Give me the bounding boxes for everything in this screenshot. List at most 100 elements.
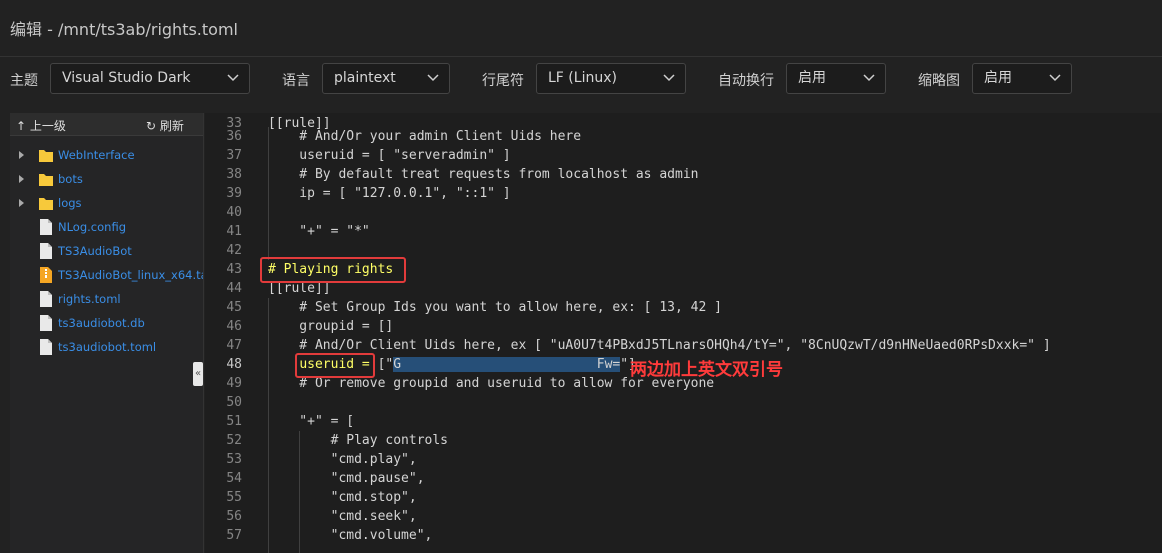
line-number: 48	[226, 357, 242, 372]
go-up-label: 上一级	[29, 119, 66, 133]
minimap-label: 缩略图	[918, 73, 960, 89]
folder-icon	[38, 146, 54, 164]
line-number: 51	[226, 414, 242, 429]
wrap-select[interactable]: 启用	[786, 63, 886, 94]
tree-item-archive[interactable]: TS3AudioBot_linux_x64.tar.gz	[10, 264, 203, 286]
line-number: 45	[226, 300, 242, 315]
code-line: 52 # Play controls	[205, 431, 1162, 450]
line-number: 47	[226, 338, 242, 353]
language-select[interactable]: plaintext	[322, 63, 450, 94]
chevron-down-icon	[427, 74, 439, 82]
line-number: 42	[226, 243, 242, 258]
eol-label: 行尾符	[482, 73, 524, 89]
code-line: 55 "cmd.stop",	[205, 488, 1162, 507]
tree-item-folder[interactable]: WebInterface	[10, 144, 203, 166]
code-text: useruid = [ "serveradmin" ]	[268, 148, 511, 163]
wrap-label: 自动换行	[718, 73, 774, 89]
file-tree-header: ↑ 上一级 ↻ 刷新	[10, 113, 203, 136]
file-icon	[38, 242, 54, 260]
code-line: 41 "+" = "*"	[205, 222, 1162, 241]
code-text: # Play controls	[268, 433, 449, 448]
line-number: 54	[226, 471, 242, 486]
code-line: 50	[205, 393, 1162, 412]
line-number: 55	[226, 490, 242, 505]
chevron-right-icon[interactable]	[19, 175, 24, 183]
tree-item-file[interactable]: NLog.config	[10, 216, 203, 238]
line-number: 56	[226, 509, 242, 524]
line-number: 50	[226, 395, 242, 410]
code-text: # And/Or Client Uids here, ex [ "uA0U7t4…	[268, 338, 1051, 353]
code-text: groupid = []	[268, 319, 394, 334]
code-line: 57 "cmd.volume",	[205, 526, 1162, 545]
file-icon	[38, 218, 54, 236]
code-line: 51 "+" = [	[205, 412, 1162, 431]
code-line: 45 # Set Group Ids you want to allow her…	[205, 298, 1162, 317]
tree-item-label: TS3AudioBot	[58, 244, 132, 258]
line-number: 40	[226, 205, 242, 220]
chevron-down-icon	[863, 74, 875, 82]
go-up-button[interactable]: ↑ 上一级	[16, 117, 66, 134]
tree-item-label: logs	[58, 196, 82, 210]
line-number: 37	[226, 148, 242, 163]
code-line: 46 groupid = []	[205, 317, 1162, 336]
arrow-up-icon: ↑	[16, 119, 27, 133]
code-text: "cmd.play",	[268, 452, 417, 467]
refresh-icon: ↻	[146, 119, 157, 133]
theme-select-value: Visual Studio Dark	[62, 70, 191, 86]
line-number: 52	[226, 433, 242, 448]
folder-icon	[38, 170, 54, 188]
collapse-sidebar-button[interactable]: «	[193, 362, 203, 386]
tree-item-folder[interactable]: logs	[10, 192, 203, 214]
refresh-button[interactable]: ↻ 刷新	[146, 117, 184, 134]
wrap-select-value: 启用	[798, 70, 826, 86]
code-text: "cmd.pause",	[268, 471, 425, 486]
highlight-box-useruid	[295, 353, 375, 378]
window-title: 编辑 - /mnt/ts3ab/rights.toml	[10, 20, 238, 39]
chevron-right-icon[interactable]	[19, 199, 24, 207]
title-bar: 编辑 - /mnt/ts3ab/rights.toml	[0, 0, 1162, 57]
minimap-select[interactable]: 启用	[972, 63, 1072, 94]
language-select-value: plaintext	[334, 70, 396, 86]
archive-icon	[38, 266, 54, 284]
chevron-right-icon[interactable]	[19, 151, 24, 159]
code-line: 53 "cmd.play",	[205, 450, 1162, 469]
tree-item-label: bots	[58, 172, 83, 186]
eol-select-value: LF (Linux)	[548, 70, 617, 86]
code-text: # By default treat requests from localho…	[268, 167, 699, 182]
code-text: "cmd.stop",	[268, 490, 417, 505]
selected-uid: G Fw=	[393, 357, 621, 372]
code-line: 37 useruid = [ "serveradmin" ]	[205, 146, 1162, 165]
annotation-note: 两边加上英文双引号	[630, 360, 783, 380]
tree-item-label: WebInterface	[58, 148, 135, 162]
code-editor[interactable]: 33 [[rule]] 36 # And/Or your admin Client …	[205, 113, 1162, 553]
code-text: "cmd.volume",	[268, 528, 433, 543]
refresh-label: 刷新	[159, 119, 184, 133]
file-icon	[38, 338, 54, 356]
line-number: 41	[226, 224, 242, 239]
line-number: 36	[226, 129, 242, 144]
highlight-box-comment	[260, 257, 406, 283]
code-line: 39 ip = [ "127.0.0.1", "::1" ]	[205, 184, 1162, 203]
line-number: 43	[226, 262, 242, 277]
code-text: # And/Or your admin Client Uids here	[268, 129, 582, 144]
tree-item-file[interactable]: TS3AudioBot	[10, 240, 203, 262]
eol-select[interactable]: LF (Linux)	[536, 63, 686, 94]
code-text: "cmd.seek",	[268, 509, 417, 524]
tree-item-file[interactable]: rights.toml	[10, 288, 203, 310]
file-icon	[38, 290, 54, 308]
tree-item-file[interactable]: ts3audiobot.db	[10, 312, 203, 334]
code-text: "+" = [	[268, 414, 355, 429]
code-text: ip = [ "127.0.0.1", "::1" ]	[268, 186, 511, 201]
tree-item-file[interactable]: ts3audiobot.toml	[10, 336, 203, 358]
line-number: 39	[226, 186, 242, 201]
folder-icon	[38, 194, 54, 212]
line-number: 53	[226, 452, 242, 467]
theme-select[interactable]: Visual Studio Dark	[50, 63, 250, 94]
code-text: # Set Group Ids you want to allow here, …	[268, 300, 722, 315]
theme-label: 主题	[10, 73, 38, 89]
minimap-select-value: 启用	[984, 70, 1012, 86]
line-number: 46	[226, 319, 242, 334]
tree-item-folder[interactable]: bots	[10, 168, 203, 190]
chevron-down-icon	[663, 74, 675, 82]
chevron-down-icon	[1049, 74, 1061, 82]
